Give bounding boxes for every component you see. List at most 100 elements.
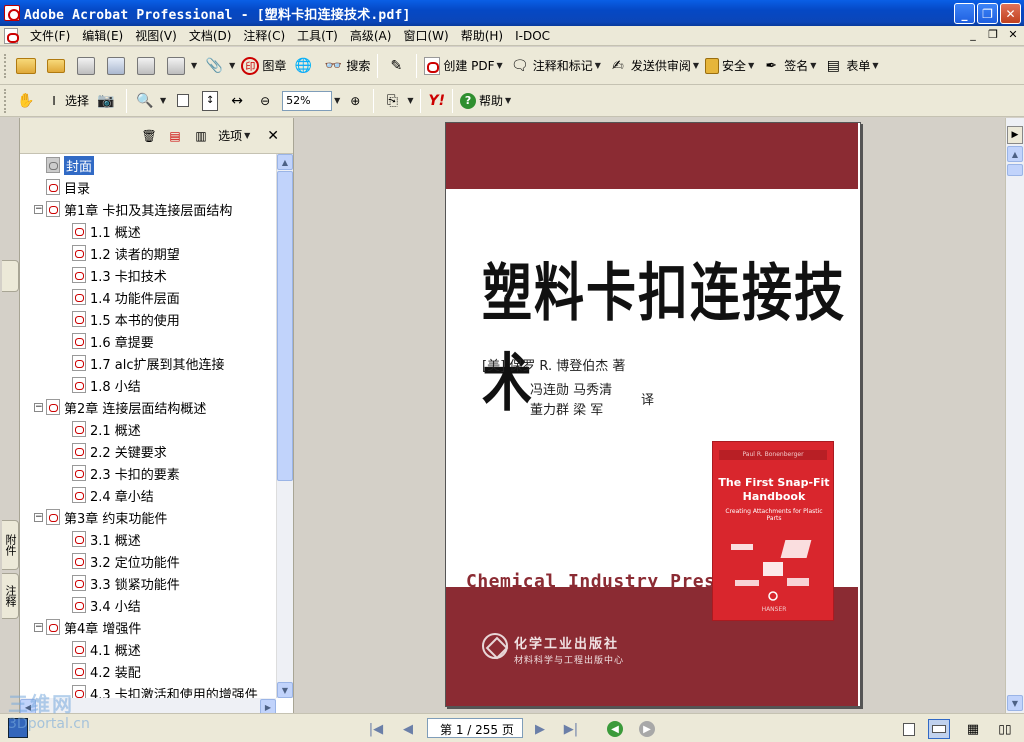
web-button[interactable]: 🌐	[289, 52, 319, 80]
zoom-input[interactable]: 52%	[282, 90, 333, 111]
bookmark-item[interactable]: 1.5 本书的使用	[20, 308, 276, 330]
bookmark-item[interactable]: 目录	[20, 176, 276, 198]
bookmark-label[interactable]: 1.6 章提要	[90, 332, 154, 351]
menu-idoc[interactable]: I-DOC	[509, 29, 556, 43]
bookmark-label[interactable]: 第3章 约束功能件	[64, 508, 167, 527]
bookmark-label[interactable]: 2.4 章小结	[90, 486, 154, 505]
toolbar-grip[interactable]	[4, 88, 8, 113]
bookmarks-tab[interactable]	[2, 260, 19, 292]
scan-button[interactable]: ▼	[162, 52, 200, 80]
scroll-down-button[interactable]: ▼	[277, 682, 293, 698]
bookmark-label[interactable]: 1.8 小结	[90, 376, 141, 395]
attach-button[interactable]: 📎 ▼	[200, 52, 238, 80]
forms-button[interactable]: ▤ 表单 ▼	[819, 52, 881, 80]
bookmark-item[interactable]: 1.8 小结	[20, 374, 276, 396]
bookmark-item[interactable]: 1.6 章提要	[20, 330, 276, 352]
next-page-button[interactable]: ▶	[530, 719, 550, 739]
go-forward-button[interactable]: ▶	[637, 719, 657, 739]
bookmark-label[interactable]: 第2章 连接层面结构概述	[64, 398, 206, 417]
doc-scroll-down-button[interactable]: ▼	[1007, 695, 1023, 711]
menu-document[interactable]: 文档(D)	[183, 27, 238, 44]
select-tool-button[interactable]: I 选择	[42, 87, 92, 115]
bookmark-item[interactable]: 4.2 装配	[20, 660, 276, 682]
menu-file[interactable]: 文件(F)	[24, 27, 76, 44]
bookmark-label[interactable]: 2.1 概述	[90, 420, 141, 439]
bookmark-item[interactable]: 1.2 读者的期望	[20, 242, 276, 264]
hand-tool-button[interactable]: ✋	[12, 87, 42, 115]
bookmark-label[interactable]: 1.3 卡扣技术	[90, 266, 167, 285]
collapse-toggle-icon[interactable]: −	[34, 402, 43, 412]
collapse-toggle-icon[interactable]: −	[34, 622, 43, 632]
bookmark-item[interactable]: 2.2 关键要求	[20, 440, 276, 462]
rotate-view-button[interactable]: ⎘ ▼	[378, 87, 416, 115]
bookmark-label[interactable]: 1.4 功能件层面	[90, 288, 180, 307]
delete-bookmark-button[interactable]: 🗑	[137, 122, 163, 150]
scroll-up-button[interactable]: ▲	[277, 154, 293, 170]
bookmark-item[interactable]: 3.4 小结	[20, 594, 276, 616]
fit-width-button[interactable]: ↔	[223, 87, 253, 115]
organizer-button[interactable]	[42, 52, 72, 80]
prev-page-button[interactable]: ◀	[398, 719, 418, 739]
minimize-button[interactable]: _	[954, 3, 975, 24]
yahoo-button[interactable]: Y!	[425, 87, 448, 115]
bookmark-label[interactable]: 4.2 装配	[90, 662, 141, 681]
create-pdf-button[interactable]: 创建 PDF ▼	[421, 52, 505, 80]
bookmark-item[interactable]: 3.2 定位功能件	[20, 550, 276, 572]
zoom-tool-button[interactable]: 🔍 ▼	[131, 87, 169, 115]
bookmark-label[interactable]: 3.3 锁紧功能件	[90, 574, 180, 593]
pdf-page[interactable]: 塑料卡扣连接技术 [美] 保罗 R. 博登伯杰 著 冯连勋 马秀清 董力群 梁 …	[445, 122, 861, 707]
bookmark-item[interactable]: 1.1 概述	[20, 220, 276, 242]
menu-tools[interactable]: 工具(T)	[291, 27, 344, 44]
bookmark-item[interactable]: 3.3 锁紧功能件	[20, 572, 276, 594]
bookmark-item[interactable]: 2.4 章小结	[20, 484, 276, 506]
bookmark-label[interactable]: 3.4 小结	[90, 596, 141, 615]
close-panel-button[interactable]: ✕	[267, 128, 279, 144]
page-options-arrow[interactable]: ▶	[1007, 126, 1023, 144]
bookmark-label[interactable]: 3.2 定位功能件	[90, 552, 180, 571]
scroll-thumb[interactable]	[277, 171, 293, 481]
document-scrollbar[interactable]: ▶ ▲ ▼	[1005, 118, 1024, 713]
bookmark-label[interactable]: 第1章 卡扣及其连接层面结构	[64, 200, 232, 219]
thumbnail-icon[interactable]	[8, 718, 28, 738]
menu-window[interactable]: 窗口(W)	[397, 27, 454, 44]
menu-edit[interactable]: 编辑(E)	[76, 27, 129, 44]
new-bookmark-button[interactable]: ▤	[163, 122, 189, 150]
security-button[interactable]: 安全 ▼	[702, 52, 757, 80]
single-page-button[interactable]	[898, 719, 920, 739]
bookmark-item[interactable]: − 第2章 连接层面结构概述	[20, 396, 276, 418]
bookmark-label[interactable]: 1.1 概述	[90, 222, 141, 241]
maximize-button[interactable]: ❐	[977, 3, 998, 24]
zoom-in-button[interactable]: ⊕	[343, 87, 369, 115]
page-number-field[interactable]: 第 1 / 255 页	[427, 718, 523, 738]
edit-tools-button[interactable]: ✎	[382, 52, 412, 80]
zoom-field[interactable]: 52% ▼	[279, 87, 343, 115]
email-button[interactable]	[102, 52, 132, 80]
bookmark-item[interactable]: − 第1章 卡扣及其连接层面结构	[20, 198, 276, 220]
bookmark-item[interactable]: 1.4 功能件层面	[20, 286, 276, 308]
expand-bookmark-button[interactable]: ▥	[189, 122, 215, 150]
menu-advanced[interactable]: 高级(A)	[344, 27, 398, 44]
menu-view[interactable]: 视图(V)	[129, 27, 183, 44]
bookmark-scrollbar[interactable]: ▲ ▼	[276, 154, 293, 698]
bookmark-item[interactable]: 4.1 概述	[20, 638, 276, 660]
doc-scroll-up-button[interactable]: ▲	[1007, 146, 1023, 162]
bookmark-item[interactable]: 2.3 卡扣的要素	[20, 462, 276, 484]
doc-scroll-thumb[interactable]	[1007, 164, 1023, 176]
bookmark-item[interactable]: − 第4章 增强件	[20, 616, 276, 638]
collapse-toggle-icon[interactable]: −	[34, 204, 43, 214]
last-page-button[interactable]: ▶|	[561, 719, 581, 739]
bookmark-item[interactable]: 1.7 alc扩展到其他连接	[20, 352, 276, 374]
menu-help[interactable]: 帮助(H)	[455, 27, 509, 44]
comment-markup-button[interactable]: 🗨 注释和标记 ▼	[506, 52, 604, 80]
menu-comments[interactable]: 注释(C)	[237, 27, 291, 44]
bookmark-item[interactable]: − 第3章 约束功能件	[20, 506, 276, 528]
doc-minimize-button[interactable]: _	[966, 28, 980, 41]
bookmark-label[interactable]: 2.2 关键要求	[90, 442, 167, 461]
continuous-facing-button[interactable]: ▦	[962, 719, 984, 739]
acrobat-app-icon[interactable]	[4, 5, 20, 21]
bookmark-label[interactable]: 封面	[64, 155, 95, 175]
bookmark-label[interactable]: 1.5 本书的使用	[90, 310, 180, 329]
sign-button[interactable]: ✒ 签名 ▼	[757, 52, 819, 80]
document-icon[interactable]	[4, 27, 19, 44]
bookmark-label[interactable]: 2.3 卡扣的要素	[90, 464, 180, 483]
